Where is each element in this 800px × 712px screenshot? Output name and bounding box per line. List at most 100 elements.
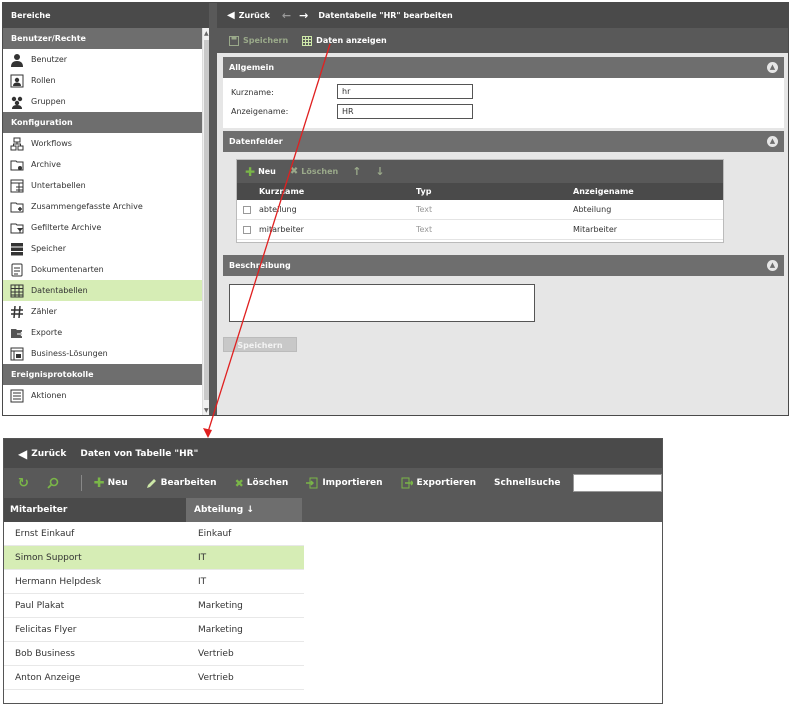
save-toolbar-button[interactable]: Speichern (229, 35, 288, 46)
sidebar-item-aktionen[interactable]: Aktionen (3, 385, 209, 406)
admin-window: Bereiche Benutzer/Rechte Benutzer Rollen… (2, 2, 789, 416)
row-checkbox[interactable] (243, 225, 251, 234)
fields-panel: ✚ Neu ✖ Löschen ↑ ↓ Kurzname Typ Anzeige… (223, 152, 784, 248)
import-button[interactable]: Importieren (306, 477, 383, 489)
cell-abteilung: Einkauf (198, 528, 232, 539)
new-field-button[interactable]: ✚ Neu (245, 165, 276, 179)
field-shortname: mitarbeiter (259, 225, 304, 234)
row-checkbox[interactable] (243, 205, 251, 214)
show-data-button[interactable]: Daten anzeigen (302, 35, 387, 46)
delete-x-icon: ✖ (289, 166, 299, 177)
scrollbar-thumb[interactable] (204, 40, 209, 400)
new-button[interactable]: ✚ Neu (94, 476, 128, 491)
column-header-abteilung[interactable]: Abteilung ↓ (186, 498, 302, 522)
delete-button[interactable]: ✖ Löschen (235, 477, 289, 490)
sidebar-section-eventlogs[interactable]: Ereignisprotokolle (3, 364, 209, 385)
collapse-icon[interactable]: ▲ (767, 136, 778, 147)
quicksearch-label: Schnellsuche (494, 478, 561, 488)
header-filler (302, 498, 662, 522)
cell-mitarbeiter: Paul Plakat (15, 600, 65, 611)
table-icon (302, 35, 313, 46)
scroll-up-icon[interactable]: ▲ (204, 30, 209, 37)
sidebar-item-label: Archive (31, 160, 61, 169)
cell-abteilung: Marketing (198, 600, 243, 611)
description-textarea[interactable] (229, 284, 535, 322)
column-header-anzeigename[interactable]: Anzeigename (571, 187, 721, 196)
back-arrow-icon[interactable]: ◀ (227, 10, 235, 21)
table-row[interactable]: Simon Support IT (4, 546, 304, 570)
sidebar-item-datentabellen[interactable]: Datentabellen (3, 280, 209, 301)
nav-forward-icon[interactable]: → (299, 9, 308, 22)
sidebar-item-workflows[interactable]: Workflows (3, 133, 209, 154)
sidebar-item-untertabellen[interactable]: Untertabellen (3, 175, 209, 196)
refresh-icon[interactable]: ↻ (18, 476, 29, 491)
new-field-label: Neu (258, 167, 276, 176)
back-button[interactable]: ◀ Zurück (18, 447, 66, 461)
fields-toolbar: ✚ Neu ✖ Löschen ↑ ↓ (237, 160, 723, 183)
column-header-typ[interactable]: Typ (414, 187, 571, 196)
business-solution-icon (9, 346, 25, 362)
sidebar-item-exporte[interactable]: Exporte (3, 322, 209, 343)
fields-table-header: Kurzname Typ Anzeigename (237, 183, 723, 200)
table-row[interactable]: Felicitas Flyer Marketing (4, 618, 304, 642)
archive-icon (9, 157, 25, 173)
search-icon[interactable] (47, 477, 63, 489)
sidebar-item-benutzer[interactable]: Benutzer (3, 49, 209, 70)
table-row[interactable]: Ernst Einkauf Einkauf (4, 522, 304, 546)
edit-button[interactable]: Bearbeiten (146, 478, 217, 489)
sidebar-scrollbar[interactable]: ▲ ▼ (202, 28, 209, 415)
displayname-field[interactable]: HR (337, 104, 473, 119)
column-header-kurzname[interactable]: Kurzname (257, 187, 414, 196)
move-down-icon[interactable]: ↓ (375, 165, 384, 178)
new-label: Neu (107, 478, 128, 488)
column-header-mitarbeiter[interactable]: Mitarbeiter (4, 498, 188, 522)
general-panel-header[interactable]: Allgemein ▲ (223, 57, 784, 78)
back-button[interactable]: Zurück (239, 11, 270, 20)
move-up-icon[interactable]: ↑ (352, 165, 361, 178)
sidebar-item-label: Speicher (31, 244, 66, 253)
displayname-label: Anzeigename: (231, 107, 289, 116)
sidebar-section-config[interactable]: Konfiguration (3, 112, 209, 133)
scroll-down-icon[interactable]: ▼ (204, 407, 209, 414)
table-row[interactable]: mitarbeiter Text Mitarbeiter (237, 220, 723, 240)
sidebar-item-rollen[interactable]: Rollen (3, 70, 209, 91)
sidebar-item-gefilterte-archive[interactable]: Gefilterte Archive (3, 217, 209, 238)
delete-field-button[interactable]: ✖ Löschen (290, 166, 338, 177)
sidebar-item-label: Rollen (31, 76, 56, 85)
table-row[interactable]: Paul Plakat Marketing (4, 594, 304, 618)
sidebar-item-label: Gefilterte Archive (31, 223, 102, 232)
description-panel-header[interactable]: Beschreibung ▲ (223, 255, 784, 276)
toolbar-separator (80, 475, 82, 491)
sidebar-item-label: Benutzer (31, 55, 68, 64)
sidebar-item-zusammengefasste-archive[interactable]: Zusammengefasste Archive (3, 196, 209, 217)
table-row[interactable]: Anton Anzeige Vertrieb (4, 666, 304, 690)
table-row[interactable]: Bob Business Vertrieb (4, 642, 304, 666)
sidebar-item-speicher[interactable]: Speicher (3, 238, 209, 259)
collapse-icon[interactable]: ▲ (767, 260, 778, 271)
general-panel: Kurzname: hr Anzeigename: HR (223, 78, 784, 128)
sidebar-item-archive[interactable]: Archive (3, 154, 209, 175)
sidebar-item-gruppen[interactable]: Gruppen (3, 91, 209, 112)
fields-panel-header[interactable]: Datenfelder ▲ (223, 131, 784, 152)
save-button[interactable]: Speichern (223, 337, 297, 352)
cell-mitarbeiter: Felicitas Flyer (15, 624, 77, 635)
sidebar: Bereiche Benutzer/Rechte Benutzer Rollen… (3, 3, 213, 415)
table-row[interactable]: abteilung Text Abteilung (237, 200, 723, 220)
page-title: Datentabelle "HR" bearbeiten (318, 11, 453, 20)
shortname-field[interactable]: hr (337, 84, 473, 99)
table-row[interactable]: Hermann Helpdesk IT (4, 570, 304, 594)
sidebar-item-label: Gruppen (31, 97, 66, 106)
quicksearch-input[interactable] (572, 474, 662, 492)
pencil-icon (146, 478, 156, 488)
export-button[interactable]: Exportieren (401, 477, 476, 489)
cell-mitarbeiter: Ernst Einkauf (15, 528, 75, 539)
sidebar-item-zaehler[interactable]: Zähler (3, 301, 209, 322)
editor-header: ◀ Zurück ← → Datentabelle "HR" bearbeite… (217, 3, 788, 28)
delete-label: Löschen (246, 478, 289, 488)
sidebar-item-label: Zähler (31, 307, 57, 316)
sidebar-section-users[interactable]: Benutzer/Rechte (3, 28, 209, 49)
sidebar-item-business-loesungen[interactable]: Business-Lösungen (3, 343, 209, 364)
sidebar-item-dokumentenarten[interactable]: Dokumentenarten (3, 259, 209, 280)
nav-back-icon[interactable]: ← (282, 9, 291, 22)
collapse-icon[interactable]: ▲ (767, 62, 778, 73)
